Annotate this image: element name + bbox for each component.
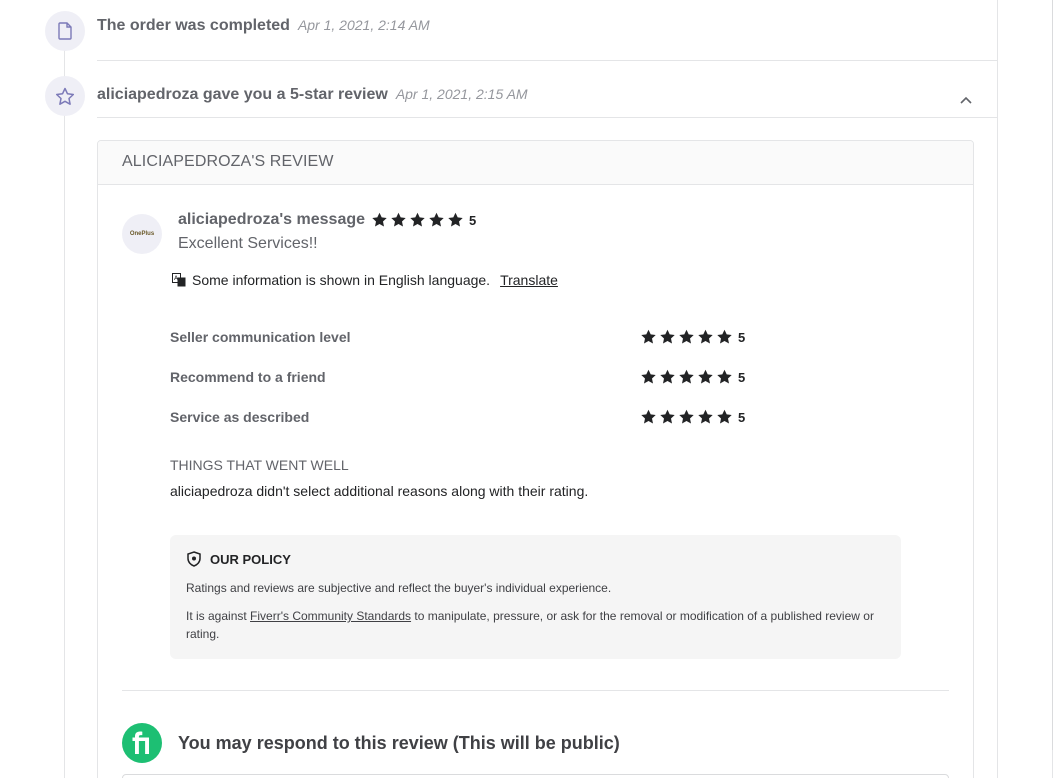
star-icon xyxy=(660,409,675,424)
star-icon xyxy=(660,369,675,384)
star-icon xyxy=(391,212,406,227)
star-icon xyxy=(698,369,713,384)
respond-row: You may respond to this review (This wil… xyxy=(122,723,620,763)
side-panel-edge xyxy=(1052,0,1056,778)
star-icon xyxy=(429,212,444,227)
document-icon xyxy=(45,11,85,51)
overall-stars: 5 xyxy=(371,212,476,228)
policy-title-row: OUR POLICY xyxy=(186,551,885,567)
criteria-stars: 5 xyxy=(640,329,745,345)
star-icon xyxy=(641,369,656,384)
review-header: ALICIAPEDROZA'S REVIEW xyxy=(98,141,973,185)
policy-text-2: It is against Fiverr's Community Standar… xyxy=(186,607,885,643)
translate-icon: A xyxy=(172,273,186,287)
event-divider xyxy=(97,117,997,118)
criteria-stars: 5 xyxy=(640,409,745,425)
avatar-logo: OnePlus xyxy=(129,231,155,237)
timeline-line xyxy=(64,50,65,778)
stars: 5 xyxy=(640,369,745,385)
event-divider xyxy=(97,60,997,61)
respond-divider xyxy=(122,690,949,691)
criteria-rating-value: 5 xyxy=(738,369,746,385)
star-icon xyxy=(641,409,656,424)
stars: 5 xyxy=(640,329,745,345)
event-time: Apr 1, 2021, 2:14 AM xyxy=(297,17,430,33)
star-outline-icon xyxy=(45,76,85,116)
criteria-stars: 5 xyxy=(640,369,745,385)
policy-title: OUR POLICY xyxy=(210,551,291,567)
policy-text: Ratings and reviews are subjective and r… xyxy=(186,581,612,595)
star-icon xyxy=(679,409,694,424)
review-message: Excellent Services!! xyxy=(178,235,318,252)
fiverr-logo-icon xyxy=(122,723,162,763)
star-icon xyxy=(679,329,694,344)
event-time: Apr 1, 2021, 2:15 AM xyxy=(395,86,528,102)
message-header: aliciapedroza's message 5 xyxy=(178,211,476,229)
respond-prompt: You may respond to this review (This wil… xyxy=(178,732,620,753)
star-icon xyxy=(448,212,463,227)
star-icon xyxy=(372,212,387,227)
event-review-given: aliciapedroza gave you a 5-star review A… xyxy=(97,86,528,104)
event-order-completed: The order was completed Apr 1, 2021, 2:1… xyxy=(97,17,430,35)
shield-icon xyxy=(187,551,201,567)
avatar: OnePlus xyxy=(122,214,162,254)
translate-notice-text: Some information is shown in English lan… xyxy=(192,272,491,288)
went-well-text: aliciapedroza didn't select additional r… xyxy=(170,483,589,499)
star-icon xyxy=(679,369,694,384)
star-icon xyxy=(641,329,656,344)
translate-link[interactable]: Translate xyxy=(500,272,558,288)
review-card: ALICIAPEDROZA'S REVIEW OnePlus aliciaped… xyxy=(97,140,974,778)
star-icon xyxy=(717,329,732,344)
response-textarea[interactable] xyxy=(122,774,949,778)
star-icon xyxy=(410,212,425,227)
star-icon xyxy=(698,329,713,344)
criteria-rating-value: 5 xyxy=(738,409,746,425)
event-title: The order was completed xyxy=(97,17,290,34)
collapse-chevron-up-icon[interactable] xyxy=(958,92,974,108)
policy-text-before: It is against xyxy=(186,609,251,623)
star-icon xyxy=(717,369,732,384)
content-right-border xyxy=(997,0,998,778)
criteria-label: Recommend to a friend xyxy=(170,369,326,385)
community-standards-link[interactable]: Fiverr's Community Standards xyxy=(250,609,411,623)
translate-notice: A Some information is shown in English l… xyxy=(172,272,558,288)
criteria-label: Seller communication level xyxy=(170,329,351,345)
policy-box: OUR POLICY Ratings and reviews are subje… xyxy=(170,535,901,659)
fiverr-glyph xyxy=(132,731,149,754)
event-title: aliciapedroza gave you a 5-star review xyxy=(97,86,388,103)
star-icon xyxy=(717,409,732,424)
went-well-title: THINGS THAT WENT WELL xyxy=(170,457,349,473)
star-icon xyxy=(660,329,675,344)
message-author: aliciapedroza's message xyxy=(178,211,366,228)
criteria-label: Service as described xyxy=(170,409,310,425)
overall-rating-value: 5 xyxy=(469,212,477,228)
stars: 5 xyxy=(640,409,745,425)
criteria-rating-value: 5 xyxy=(738,329,746,345)
star-icon xyxy=(698,409,713,424)
